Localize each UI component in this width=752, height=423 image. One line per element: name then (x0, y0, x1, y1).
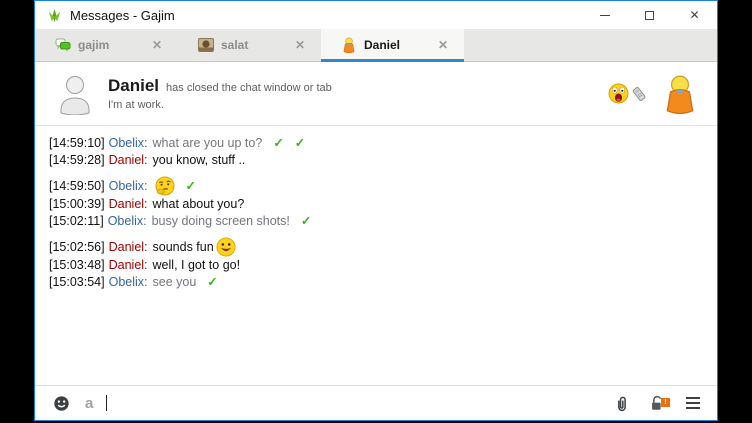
chat-message: [15:03:48] Daniel: well, I got to go! (49, 257, 707, 274)
photo-avatar-icon (198, 37, 214, 53)
chat-message: [15:00:39] Daniel: what about you? (49, 196, 707, 213)
sender-name: Daniel: (109, 240, 148, 254)
tab-salat[interactable]: salat✕ (178, 29, 321, 61)
message-timestamp: [15:00:39] (49, 197, 105, 211)
thinking-face-emoji-icon (155, 176, 175, 196)
delivery-receipt-check-icon: ✓ (273, 136, 283, 150)
chat-state-text: has closed the chat window or tab (166, 82, 332, 94)
message-timestamp: [14:59:50] (49, 179, 105, 193)
text-format-button[interactable]: a (85, 396, 93, 411)
chat-message: [14:59:28] Daniel: you know, stuff .. (49, 152, 707, 169)
delivery-receipt-check-icon: ✓ (301, 214, 311, 228)
message-text: well, I got to go! (153, 258, 241, 272)
message-text: see you (153, 275, 197, 289)
sender-name: Daniel: (109, 258, 148, 272)
encryption-warning-badge: ! (661, 398, 670, 407)
chat-banner: Daniel has closed the chat window or tab… (35, 62, 717, 126)
contact-name: Daniel (108, 76, 159, 96)
sender-name: Daniel: (109, 153, 148, 167)
message-timestamp: [15:02:11] (49, 214, 104, 228)
minimize-icon (600, 15, 610, 16)
message-composer: a ! (35, 385, 717, 420)
maximize-button[interactable] (627, 1, 672, 29)
banner-right-icons (608, 74, 703, 114)
message-timestamp: [15:03:54] (49, 275, 105, 289)
tab-bar: gajim✕salat✕Daniel✕ (35, 29, 717, 62)
attach-file-button[interactable] (612, 394, 631, 413)
sender-name: Obelix: (108, 214, 147, 228)
desktop-background: Messages - Gajim ✕ gajim✕salat✕Daniel✕ D… (0, 0, 752, 423)
chat-menu-button[interactable] (686, 396, 700, 411)
tab-close-button[interactable]: ✕ (152, 38, 162, 52)
chat-message: [15:03:54] Obelix: see you ✓ (49, 274, 707, 291)
contact-status-message: I'm at work. (108, 99, 332, 111)
sender-name: Obelix: (109, 136, 148, 150)
window-title: Messages - Gajim (70, 8, 175, 23)
tab-label: salat (221, 38, 295, 52)
contact-avatar-placeholder (55, 73, 95, 115)
shocked-face-emoji-icon (608, 83, 629, 104)
close-icon: ✕ (689, 9, 699, 21)
message-text: busy doing screen shots! (152, 214, 290, 228)
tab-label: gajim (78, 38, 152, 52)
message-timestamp: [15:03:48] (49, 258, 105, 272)
chat-message: [15:02:11] Obelix: busy doing screen shots… (49, 213, 707, 230)
chat-log[interactable]: [14:59:10]Obelix:what are you up to?✓✓[1… (35, 126, 717, 385)
sender-name: Daniel: (109, 197, 148, 211)
tab-daniel[interactable]: Daniel✕ (321, 29, 464, 61)
delivery-receipt-check-icon: ✓ (186, 179, 196, 193)
emoji-picker-button[interactable] (53, 395, 70, 412)
chat-message: [14:59:10] Obelix: what are you up to? ✓ ✓ (49, 135, 707, 152)
sender-name: Obelix: (109, 275, 148, 289)
tab-close-button[interactable]: ✕ (295, 38, 305, 52)
text-input-caret (106, 395, 107, 411)
close-button[interactable]: ✕ (672, 1, 717, 29)
message-timestamp: [15:02:56] (49, 240, 105, 254)
orange-person-avatar-icon (661, 74, 699, 114)
sender-name: Obelix: (109, 179, 148, 193)
title-bar[interactable]: Messages - Gajim ✕ (35, 1, 717, 29)
window-controls: ✕ (582, 1, 717, 29)
delivery-receipt-check-icon: ✓ (207, 275, 217, 289)
gajim-message-window: Messages - Gajim ✕ gajim✕salat✕Daniel✕ D… (34, 0, 718, 421)
big-smile-emoji-icon (216, 237, 236, 257)
phone-icon (631, 86, 647, 102)
gajim-plant-logo-icon (47, 8, 62, 23)
message-text: you know, stuff .. (153, 153, 246, 167)
tab-close-button[interactable]: ✕ (438, 38, 448, 52)
message-text: sounds fun (153, 240, 214, 254)
green-chat-bubble-icon (55, 37, 71, 53)
message-text: what are you up to? (153, 136, 263, 150)
orange-person-avatar-icon (341, 37, 357, 53)
message-timestamp: [14:59:28] (49, 153, 105, 167)
contact-info: Daniel has closed the chat window or tab… (108, 76, 332, 111)
minimize-button[interactable] (582, 1, 627, 29)
delivery-receipt-check-icon: ✓ (295, 136, 305, 150)
tab-label: Daniel (364, 38, 438, 52)
chat-message: [14:59:50] Obelix: ✓ (49, 176, 707, 196)
maximize-icon (645, 11, 654, 20)
message-text: what about you? (153, 197, 245, 211)
message-timestamp: [14:59:10] (49, 136, 105, 150)
encryption-button[interactable]: ! (648, 394, 668, 413)
chat-message: [15:02:56] Daniel: sounds fun (49, 237, 707, 257)
tab-gajim[interactable]: gajim✕ (35, 29, 178, 61)
